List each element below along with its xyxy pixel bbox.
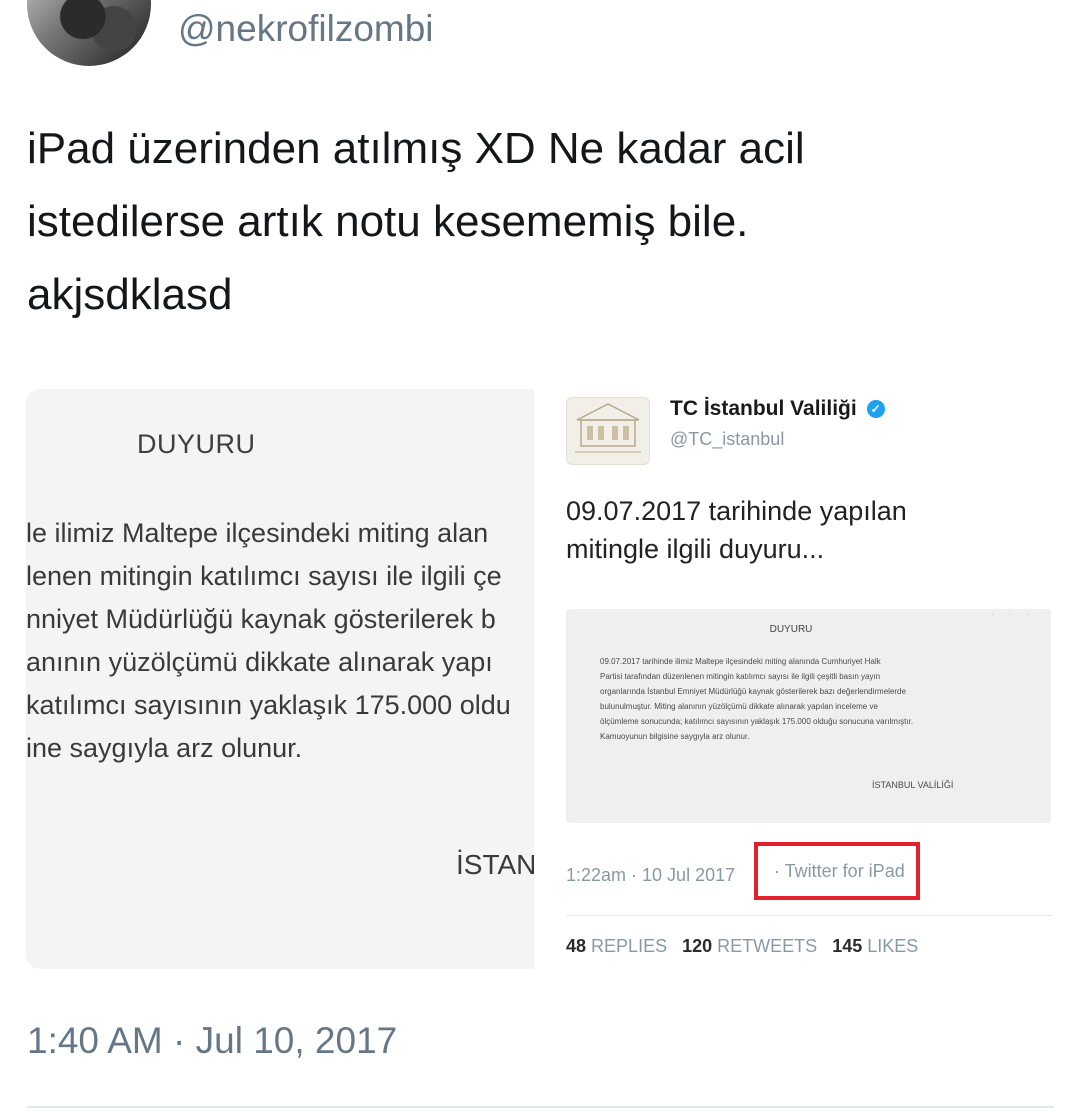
divider [27, 1106, 1054, 1108]
verified-badge-icon: ✓ [866, 400, 885, 418]
replies-count: 48 [566, 936, 587, 956]
attached-image-left[interactable]: DUYURU le ilimiz Maltepe ilçesindeki mit… [26, 389, 534, 969]
notice-signature: İSTAN [456, 849, 534, 880]
notice-body: le ilimiz Maltepe ilçesindeki miting ala… [26, 512, 534, 770]
embedded-tweet-source-highlight: · Twitter for iPad [754, 842, 920, 900]
decorative-dots: ··· [991, 609, 1043, 620]
likes-label: LIKES [867, 936, 919, 956]
embedded-notice-line: ölçümleme sonucunda; katılımcı sayısının… [600, 717, 914, 726]
notice-line: nniyet Müdürlüğü kaynak gösterilerek b [26, 604, 496, 634]
retweets-count: 120 [682, 936, 713, 956]
embedded-notice-body: 09.07.2017 tarihinde ilimiz Maltepe ilçe… [600, 654, 1040, 744]
notice-line: anının yüzölçümü dikkate alınarak yapı [26, 647, 493, 677]
attached-image-right[interactable]: TC İstanbul Valiliği ✓ @TC_istanbul 09.07… [534, 389, 1058, 969]
embedded-notice-image: ··· DUYURU 09.07.2017 tarihinde ilimiz M… [566, 609, 1051, 823]
embedded-notice-line: organlarında İstanbul Emniyet Müdürlüğü … [600, 687, 906, 696]
notice-line: ine saygıyla arz olunur. [26, 733, 303, 763]
embedded-text-line: 09.07.2017 tarihinde yapılan [566, 496, 907, 526]
notice-line: katılımcı sayısının yaklaşık 175.000 old… [26, 690, 511, 720]
embedded-notice-line: bulunulmuştur. Miting alanının yüzölçümü… [600, 702, 878, 711]
replies-label: REPLIES [591, 936, 668, 956]
tweet-text: iPad üzerinden atılmış XD Ne kadar acil … [27, 112, 1047, 331]
notice-line: lenen mitingin katılımcı sayısı ile ilgi… [26, 561, 502, 591]
tweet-text-line: istedilerse artık notu kesememiş bile. [27, 197, 749, 246]
notice-heading: DUYURU [137, 429, 256, 459]
embedded-notice-title: DUYURU [769, 624, 813, 635]
embedded-notice-line: Kamuoyunun bilgisine saygıyla arz olunur… [600, 732, 750, 741]
tweet-text-line: iPad üzerinden atılmış XD Ne kadar acil [27, 124, 805, 173]
notice-line: le ilimiz Maltepe ilçesindeki miting ala… [26, 518, 489, 548]
embedded-tweet-text: 09.07.2017 tarihinde yapılan mitingle il… [566, 492, 1036, 568]
tweet-text-line: akjsdklasd [27, 270, 233, 319]
author-handle[interactable]: @nekrofilzombi [178, 8, 434, 50]
embedded-avatar-building-icon [566, 397, 650, 465]
embedded-author-handle[interactable]: @TC_istanbul [670, 429, 784, 450]
divider [566, 915, 1052, 916]
embedded-notice-signature: İSTANBUL VALİLİĞİ [872, 780, 954, 790]
tweet-timestamp[interactable]: 1:40 AM · Jul 10, 2017 [27, 1020, 397, 1062]
embedded-tweet-time: 1:22am · 10 Jul 2017 [566, 865, 736, 885]
embedded-notice-line: 09.07.2017 tarihinde ilimiz Maltepe ilçe… [600, 657, 881, 666]
retweets-label: RETWEETS [717, 936, 818, 956]
author-avatar[interactable] [27, 0, 151, 66]
embedded-notice-line: Partisi tarafından düzenlenen mitingin k… [600, 672, 881, 681]
likes-count: 145 [832, 936, 863, 956]
embedded-tweet-stats: 48 REPLIES 120 RETWEETS 145 LIKES [566, 936, 918, 957]
embedded-author-name[interactable]: TC İstanbul Valiliği ✓ [670, 397, 885, 421]
embedded-name-text: TC İstanbul Valiliği [670, 397, 857, 420]
embedded-text-line: mitingle ilgili duyuru... [566, 534, 825, 564]
